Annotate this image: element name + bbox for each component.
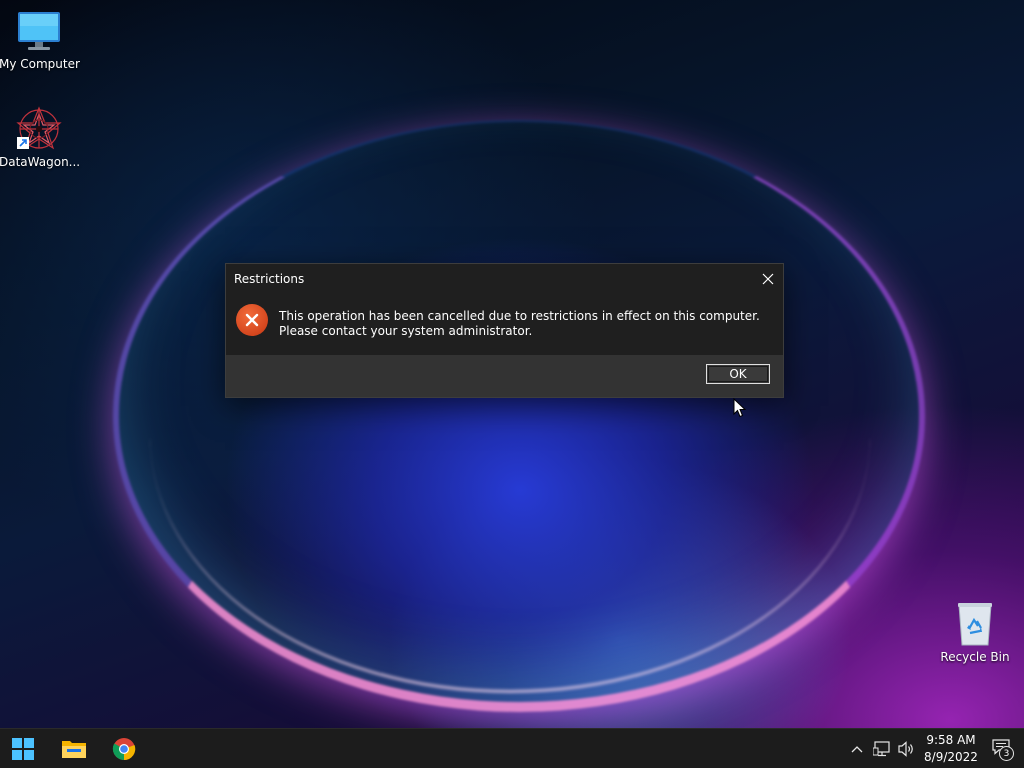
notification-center-button[interactable]: 3 (990, 738, 1016, 762)
dialog-footer: OK (226, 355, 783, 397)
error-icon (236, 304, 268, 336)
windows-start-icon (12, 738, 34, 760)
clock-date: 8/9/2022 (924, 750, 978, 764)
chevron-up-icon (851, 746, 863, 753)
show-hidden-icons-button[interactable] (849, 740, 865, 758)
datawagon-app-icon (16, 106, 62, 150)
network-tray-button[interactable] (872, 740, 892, 758)
taskbar-clock[interactable]: 9:58 AM 8/9/2022 (918, 732, 984, 766)
close-icon (762, 273, 774, 285)
dialog-close-button[interactable] (753, 264, 783, 294)
desktop: My Computer DataWagon... Recycle Bin Res… (0, 0, 1024, 728)
taskbar: 9:58 AM 8/9/2022 3 (0, 728, 1024, 768)
dialog-message: This operation has been cancelled due to… (279, 309, 760, 338)
network-icon (873, 741, 890, 757)
notification-count-badge: 3 (999, 746, 1014, 761)
desktop-icon-label: DataWagon... (0, 155, 81, 169)
restrictions-dialog: Restrictions This operation has been can… (225, 263, 784, 398)
file-explorer-button[interactable] (54, 729, 94, 769)
chrome-button[interactable] (104, 729, 144, 769)
dialog-titlebar[interactable]: Restrictions (226, 264, 783, 294)
ok-button[interactable]: OK (706, 364, 770, 384)
x-mark-icon (245, 313, 259, 327)
start-button[interactable] (3, 729, 43, 769)
desktop-icon-label: My Computer (0, 57, 80, 71)
desktop-icon-datawagon[interactable]: DataWagon... (0, 106, 81, 169)
dialog-body: This operation has been cancelled due to… (226, 294, 783, 355)
mouse-cursor-icon (733, 398, 747, 418)
folder-icon (62, 741, 86, 758)
volume-icon (898, 741, 913, 757)
desktop-icon-recycle-bin[interactable]: Recycle Bin (935, 601, 1015, 664)
monitor-icon (18, 12, 60, 50)
volume-tray-button[interactable] (897, 740, 917, 758)
recycle-bin-icon (958, 603, 992, 646)
desktop-icon-label: Recycle Bin (940, 650, 1010, 664)
clock-time: 9:58 AM (926, 733, 976, 747)
chrome-icon (112, 738, 136, 761)
dialog-title: Restrictions (234, 272, 305, 286)
wallpaper-bloom-highlight (150, 180, 870, 693)
desktop-icon-my-computer[interactable]: My Computer (0, 8, 80, 71)
